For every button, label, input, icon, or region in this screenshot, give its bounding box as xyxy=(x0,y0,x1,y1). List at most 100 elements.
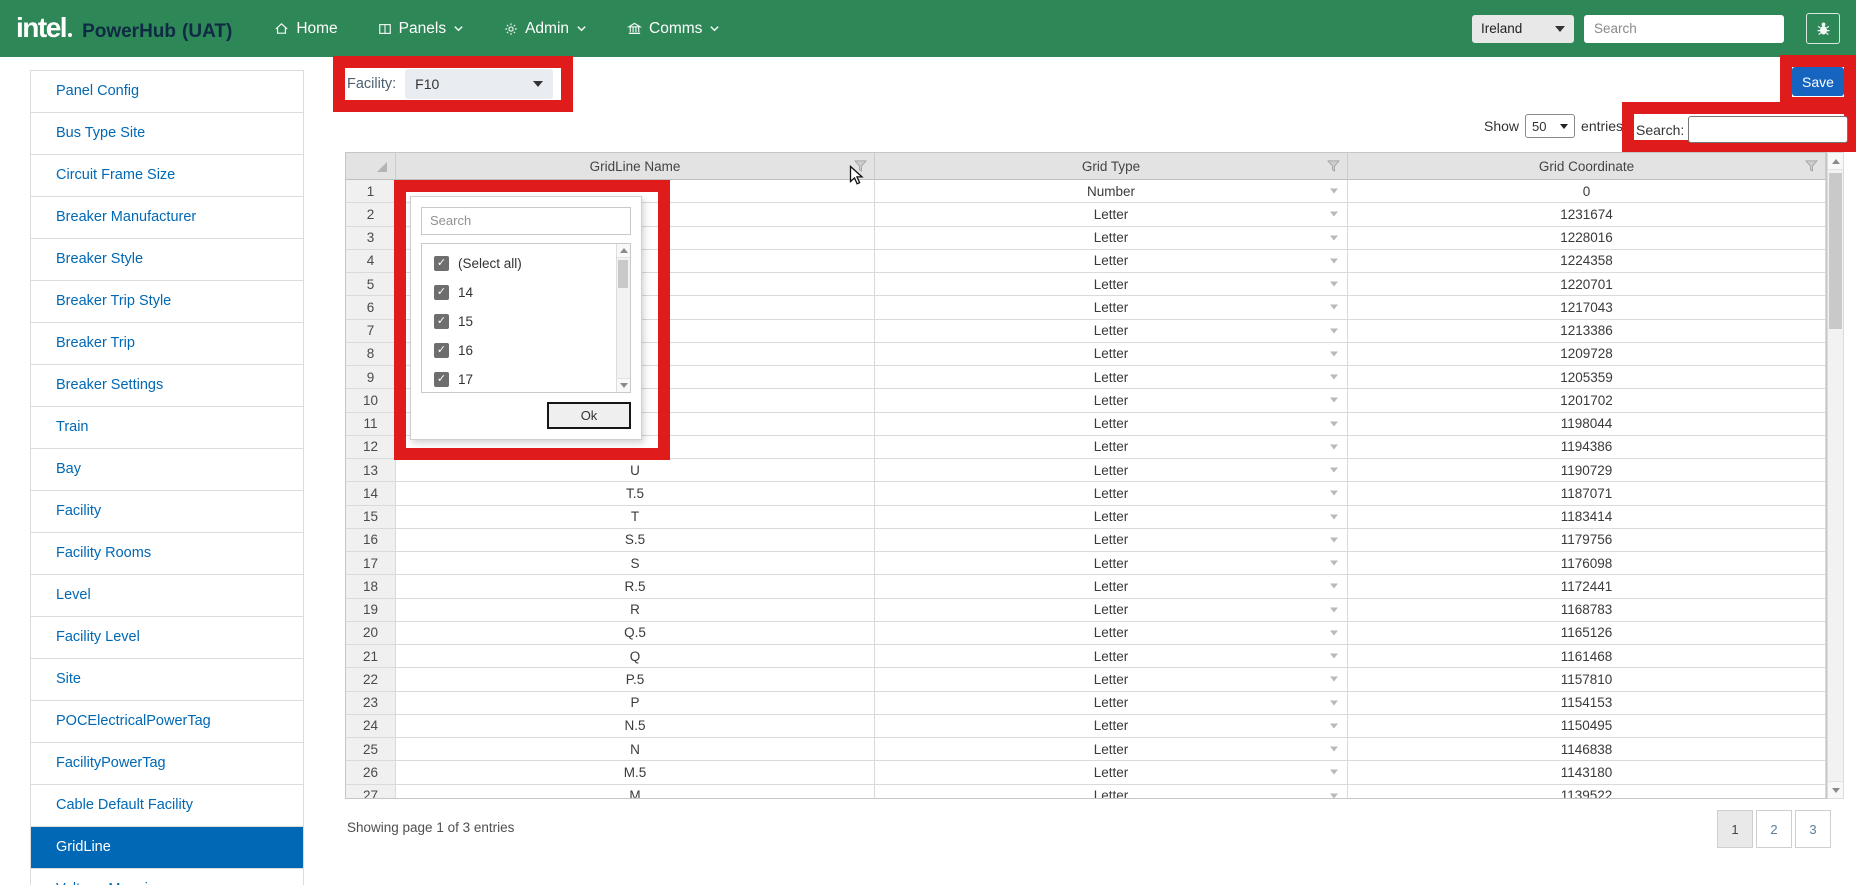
checkbox-icon[interactable] xyxy=(434,285,449,300)
grid-coordinate-cell[interactable]: 1187071 xyxy=(1348,482,1826,505)
page-button-2[interactable]: 2 xyxy=(1756,810,1792,848)
gridline-name-cell[interactable]: U xyxy=(396,459,875,482)
save-button[interactable]: Save xyxy=(1792,67,1844,96)
grid-type-cell[interactable]: Letter xyxy=(875,436,1348,459)
grid-type-cell[interactable]: Letter xyxy=(875,273,1348,296)
gridline-name-cell[interactable]: Q xyxy=(396,645,875,668)
sidebar-item-facilitypowertag[interactable]: FacilityPowerTag xyxy=(31,743,303,785)
filter-icon[interactable] xyxy=(1805,160,1818,172)
grid-type-cell[interactable]: Letter xyxy=(875,320,1348,343)
sidebar-item-site[interactable]: Site xyxy=(31,659,303,701)
sidebar-item-panel-config[interactable]: Panel Config xyxy=(31,71,303,113)
sidebar-item-breaker-settings[interactable]: Breaker Settings xyxy=(31,365,303,407)
sidebar-item-bay[interactable]: Bay xyxy=(31,449,303,491)
grid-coordinate-cell[interactable]: 1213386 xyxy=(1348,320,1826,343)
grid-type-cell[interactable]: Letter xyxy=(875,575,1348,598)
grid-coordinate-cell[interactable]: 0 xyxy=(1348,180,1826,203)
column-header-grid-coordinate[interactable]: Grid Coordinate xyxy=(1348,153,1826,180)
gridline-name-cell[interactable]: T.5 xyxy=(396,482,875,505)
grid-coordinate-cell[interactable]: 1231674 xyxy=(1348,203,1826,226)
gridline-name-cell[interactable]: T xyxy=(396,506,875,529)
gridline-name-cell[interactable]: Q.5 xyxy=(396,622,875,645)
grid-type-cell[interactable]: Letter xyxy=(875,552,1348,575)
sidebar-item-facility[interactable]: Facility xyxy=(31,491,303,533)
sidebar-item-level[interactable]: Level xyxy=(31,575,303,617)
grid-type-cell[interactable]: Letter xyxy=(875,389,1348,412)
nav-item-home[interactable]: Home xyxy=(274,20,337,38)
gridline-name-cell[interactable]: M.5 xyxy=(396,761,875,784)
sidebar-item-gridline[interactable]: GridLine xyxy=(31,827,303,869)
filter-icon[interactable] xyxy=(854,160,867,172)
sidebar-item-bus-type-site[interactable]: Bus Type Site xyxy=(31,113,303,155)
gridline-name-cell[interactable]: R xyxy=(396,599,875,622)
grid-coordinate-cell[interactable]: 1143180 xyxy=(1348,761,1826,784)
popup-scroll-thumb[interactable] xyxy=(618,260,628,288)
filter-option-14[interactable]: 14 xyxy=(422,278,630,307)
gridline-name-cell[interactable]: R.5 xyxy=(396,575,875,598)
gridline-name-cell[interactable]: S xyxy=(396,552,875,575)
grid-type-cell[interactable]: Letter xyxy=(875,715,1348,738)
grid-coordinate-cell[interactable]: 1183414 xyxy=(1348,506,1826,529)
popup-scroll-down-button[interactable] xyxy=(617,378,630,392)
grid-type-cell[interactable]: Letter xyxy=(875,482,1348,505)
grid-coordinate-cell[interactable]: 1205359 xyxy=(1348,366,1826,389)
grid-type-cell[interactable]: Letter xyxy=(875,785,1348,800)
grid-type-cell[interactable]: Letter xyxy=(875,250,1348,273)
column-header-gridline-name[interactable]: GridLine Name xyxy=(396,153,875,180)
grid-coordinate-cell[interactable]: 1146838 xyxy=(1348,738,1826,761)
global-search-input[interactable] xyxy=(1584,15,1784,43)
grid-coordinate-cell[interactable]: 1220701 xyxy=(1348,273,1826,296)
grid-coordinate-cell[interactable]: 1150495 xyxy=(1348,715,1826,738)
sidebar-item-breaker-trip[interactable]: Breaker Trip xyxy=(31,323,303,365)
sidebar-item-breaker-style[interactable]: Breaker Style xyxy=(31,239,303,281)
grid-coordinate-cell[interactable]: 1228016 xyxy=(1348,227,1826,250)
sidebar-item-circuit-frame-size[interactable]: Circuit Frame Size xyxy=(31,155,303,197)
scrollbar-thumb[interactable] xyxy=(1829,173,1842,329)
sidebar-item-pocelectricalpowertag[interactable]: POCElectricalPowerTag xyxy=(31,701,303,743)
page-size-select[interactable]: 50 xyxy=(1525,114,1575,138)
grid-coordinate-cell[interactable]: 1190729 xyxy=(1348,459,1826,482)
table-search-input[interactable] xyxy=(1688,116,1848,143)
grid-type-cell[interactable]: Letter xyxy=(875,622,1348,645)
grid-type-cell[interactable]: Letter xyxy=(875,599,1348,622)
grid-coordinate-cell[interactable]: 1157810 xyxy=(1348,668,1826,691)
grid-coordinate-cell[interactable]: 1209728 xyxy=(1348,343,1826,366)
sidebar-item-train[interactable]: Train xyxy=(31,407,303,449)
grid-type-cell[interactable]: Letter xyxy=(875,738,1348,761)
grid-coordinate-cell[interactable]: 1168783 xyxy=(1348,599,1826,622)
filter-option-15[interactable]: 15 xyxy=(422,307,630,336)
grid-coordinate-cell[interactable]: 1139522 xyxy=(1348,785,1826,800)
brand[interactable]: intel PowerHub (UAT) xyxy=(16,14,232,43)
grid-coordinate-cell[interactable]: 1176098 xyxy=(1348,552,1826,575)
grid-type-cell[interactable]: Letter xyxy=(875,413,1348,436)
nav-item-comms[interactable]: Comms xyxy=(627,20,720,38)
column-header-grid-type[interactable]: Grid Type xyxy=(875,153,1348,180)
ok-button[interactable]: Ok xyxy=(547,402,631,429)
grid-type-cell[interactable]: Letter xyxy=(875,506,1348,529)
scroll-down-button[interactable] xyxy=(1828,781,1843,798)
gridline-name-cell[interactable]: M xyxy=(396,785,875,800)
sidebar-item-breaker-manufacturer[interactable]: Breaker Manufacturer xyxy=(31,197,303,239)
gridline-name-cell[interactable]: N.5 xyxy=(396,715,875,738)
filter-option-select-all[interactable]: (Select all) xyxy=(422,249,630,278)
checkbox-icon[interactable] xyxy=(434,256,449,271)
grid-type-cell[interactable]: Letter xyxy=(875,692,1348,715)
page-button-3[interactable]: 3 xyxy=(1795,810,1831,848)
scroll-up-button[interactable] xyxy=(1828,153,1843,170)
sidebar-item-cable-default-facility[interactable]: Cable Default Facility xyxy=(31,785,303,827)
grid-coordinate-cell[interactable]: 1198044 xyxy=(1348,413,1826,436)
filter-search-input[interactable] xyxy=(421,207,631,235)
gridline-name-cell[interactable]: S.5 xyxy=(396,529,875,552)
grid-type-cell[interactable]: Letter xyxy=(875,529,1348,552)
grid-type-cell[interactable]: Letter xyxy=(875,668,1348,691)
grid-coordinate-cell[interactable]: 1194386 xyxy=(1348,436,1826,459)
grid-coordinate-cell[interactable]: 1165126 xyxy=(1348,622,1826,645)
grid-type-cell[interactable]: Letter xyxy=(875,203,1348,226)
popup-list-scrollbar[interactable] xyxy=(616,244,630,392)
grid-type-cell[interactable]: Letter xyxy=(875,459,1348,482)
grid-type-cell[interactable]: Number xyxy=(875,180,1348,203)
grid-coordinate-cell[interactable]: 1179756 xyxy=(1348,529,1826,552)
bug-report-button[interactable] xyxy=(1806,13,1840,44)
sidebar-item-breaker-trip-style[interactable]: Breaker Trip Style xyxy=(31,281,303,323)
grid-type-cell[interactable]: Letter xyxy=(875,296,1348,319)
